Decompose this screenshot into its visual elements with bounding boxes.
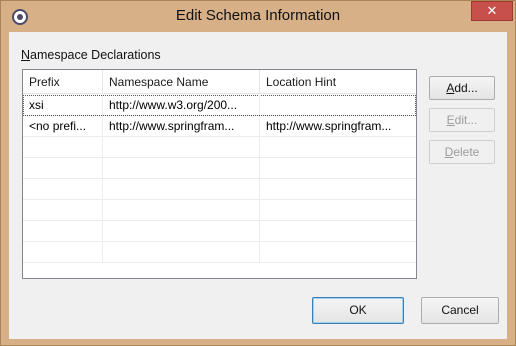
cell-location — [260, 221, 416, 241]
table-row[interactable] — [23, 158, 416, 179]
cell-namespace — [103, 221, 260, 241]
cell-location — [260, 179, 416, 199]
close-icon: ✕ — [486, 3, 498, 18]
cell-prefix — [23, 158, 103, 178]
add-button[interactable]: Add... — [429, 76, 495, 100]
cell-prefix — [23, 137, 103, 157]
delete-button[interactable]: Delete — [429, 140, 495, 164]
window-title: Edit Schema Information — [175, 7, 341, 24]
cell-prefix — [23, 221, 103, 241]
table-row[interactable] — [23, 221, 416, 242]
column-header-location-hint[interactable]: Location Hint — [260, 70, 416, 94]
cell-location — [260, 158, 416, 178]
table-row[interactable]: xsi http://www.w3.org/200... — [23, 95, 416, 116]
cell-namespace — [103, 158, 260, 178]
cell-location — [260, 95, 416, 115]
column-header-prefix[interactable]: Prefix — [23, 70, 103, 94]
edit-button[interactable]: Edit... — [429, 108, 495, 132]
table-row[interactable] — [23, 179, 416, 200]
column-header-namespace-name[interactable]: Namespace Name — [103, 70, 260, 94]
cell-namespace: http://www.springfram... — [103, 116, 260, 136]
cell-namespace — [103, 242, 260, 262]
cell-location — [260, 137, 416, 157]
table-row[interactable] — [23, 242, 416, 263]
cell-location — [260, 200, 416, 220]
cell-namespace — [103, 179, 260, 199]
table-header: Prefix Namespace Name Location Hint — [23, 70, 416, 94]
cell-prefix: xsi — [23, 95, 103, 115]
cell-prefix — [23, 200, 103, 220]
namespace-declarations-label: Namespace Declarations — [21, 48, 161, 62]
table-row[interactable] — [23, 137, 416, 158]
cancel-button[interactable]: Cancel — [421, 297, 499, 324]
cell-location: http://www.springfram... — [266, 119, 392, 133]
table-row[interactable] — [23, 200, 416, 221]
cell-location — [260, 242, 416, 262]
cell-prefix — [23, 242, 103, 262]
close-button[interactable]: ✕ — [471, 1, 513, 21]
namespace-table[interactable]: Prefix Namespace Name Location Hint xsi … — [22, 69, 417, 279]
table-row[interactable]: <no prefi... http://www.springfram... ht… — [23, 116, 416, 137]
title-bar[interactable]: Edit Schema Information ✕ — [1, 1, 515, 32]
cell-prefix — [23, 179, 103, 199]
ok-button[interactable]: OK — [312, 297, 404, 324]
dialog-body: Namespace Declarations Prefix Namespace … — [9, 32, 507, 339]
cell-namespace: http://www.w3.org/200... — [103, 95, 260, 115]
cell-namespace — [103, 137, 260, 157]
dialog-window: Edit Schema Information ✕ Namespace Decl… — [0, 0, 516, 346]
cell-namespace — [103, 200, 260, 220]
cell-prefix: <no prefi... — [23, 116, 103, 136]
